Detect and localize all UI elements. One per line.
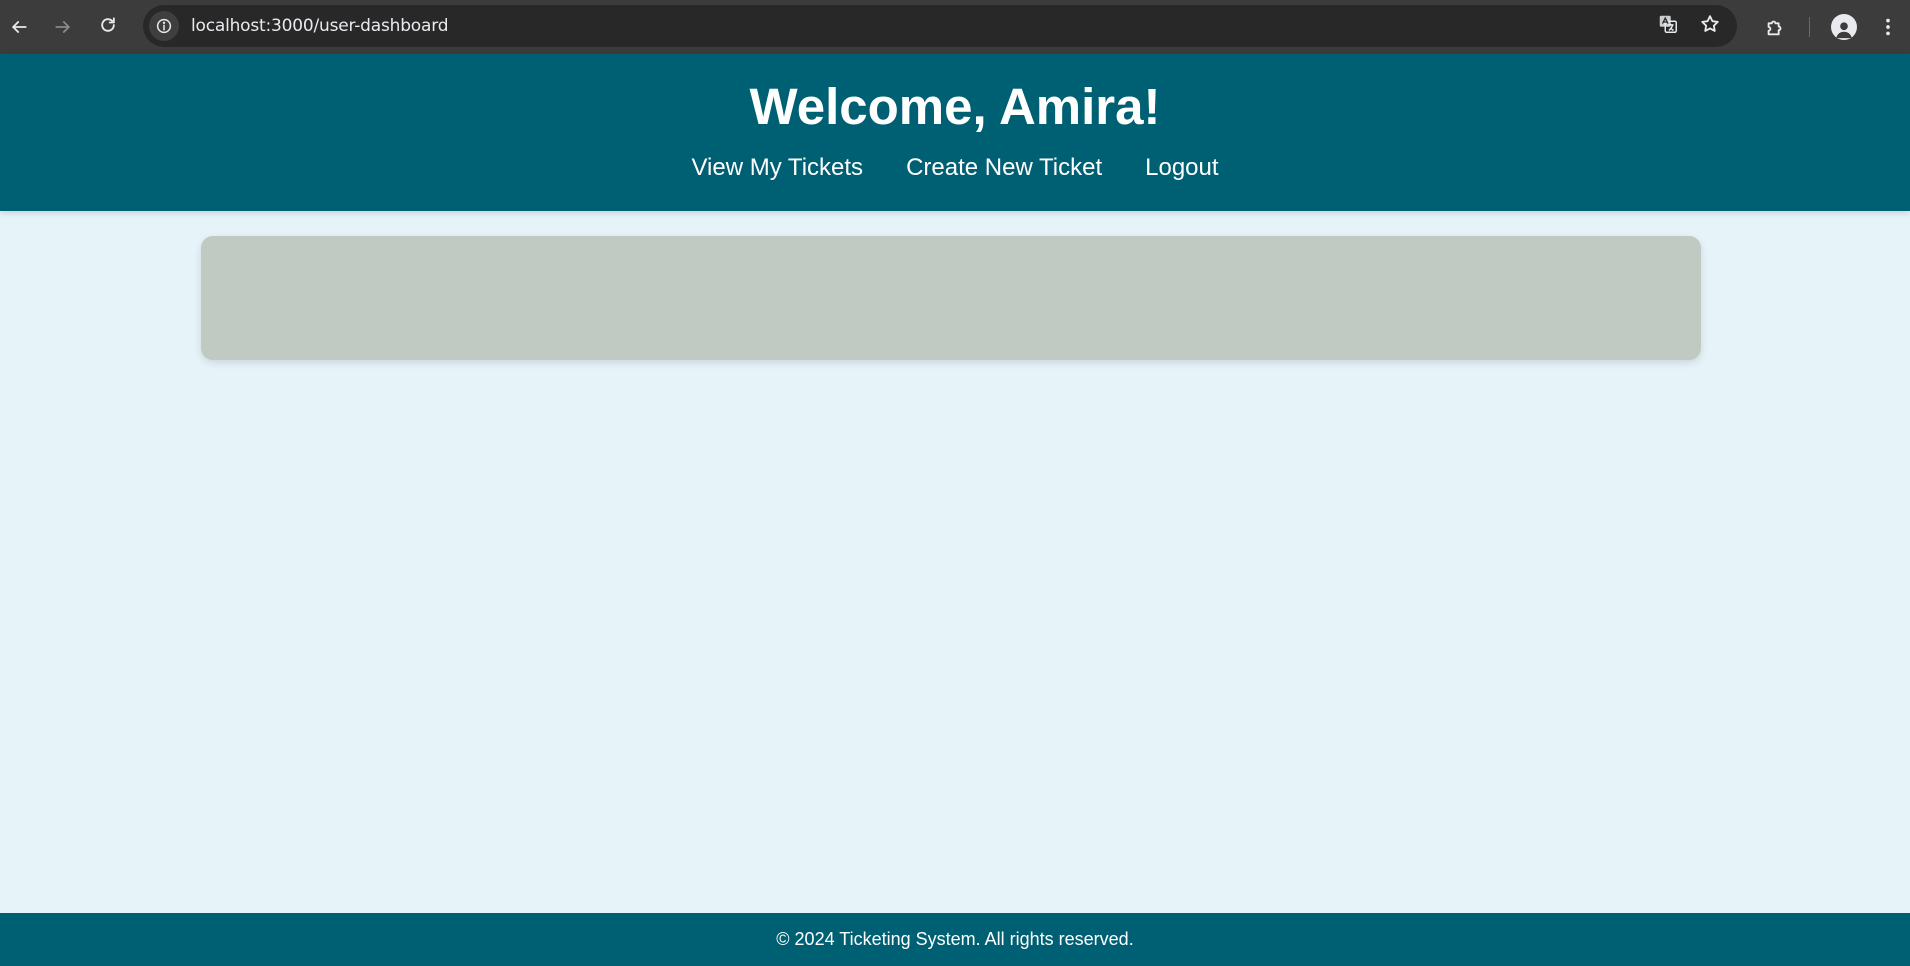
info-icon bbox=[156, 18, 172, 34]
nav-view-my-tickets[interactable]: View My Tickets bbox=[691, 154, 863, 182]
bookmark-button[interactable] bbox=[1699, 13, 1721, 40]
translate-icon bbox=[1659, 15, 1677, 33]
nav-create-new-ticket[interactable]: Create New Ticket bbox=[906, 154, 1102, 182]
app-header: Welcome, Amira! View My Tickets Create N… bbox=[0, 54, 1910, 211]
browser-menu-button[interactable] bbox=[1866, 5, 1910, 49]
footer-copyright: © 2024 Ticketing System. All rights rese… bbox=[776, 929, 1134, 949]
toolbar-separator bbox=[1809, 17, 1810, 37]
arrow-right-icon bbox=[55, 21, 70, 33]
profile-icon bbox=[1831, 14, 1857, 40]
app-footer: © 2024 Ticketing System. All rights rese… bbox=[0, 913, 1910, 966]
address-bar[interactable]: localhost:3000/user-dashboard bbox=[143, 5, 1737, 47]
welcome-title: Welcome, Amira! bbox=[749, 78, 1161, 135]
back-button[interactable] bbox=[0, 5, 41, 49]
nav-logout[interactable]: Logout bbox=[1145, 154, 1218, 182]
browser-toolbar: localhost:3000/user-dashboard bbox=[0, 0, 1910, 54]
star-icon bbox=[1701, 14, 1719, 32]
reload-button[interactable] bbox=[86, 3, 130, 47]
site-info-button[interactable] bbox=[149, 11, 179, 41]
content-card bbox=[201, 236, 1701, 360]
extensions-button[interactable] bbox=[1753, 5, 1797, 49]
forward-button[interactable] bbox=[41, 5, 85, 49]
translate-button[interactable] bbox=[1657, 13, 1679, 40]
arrow-left-icon bbox=[12, 21, 27, 33]
main-nav: View My Tickets Create New Ticket Logout bbox=[0, 154, 1910, 182]
kebab-menu-icon bbox=[1886, 18, 1890, 36]
puzzle-icon bbox=[1767, 20, 1782, 36]
reload-icon bbox=[101, 17, 115, 32]
url-text[interactable]: localhost:3000/user-dashboard bbox=[191, 16, 448, 36]
profile-button[interactable] bbox=[1822, 5, 1866, 49]
